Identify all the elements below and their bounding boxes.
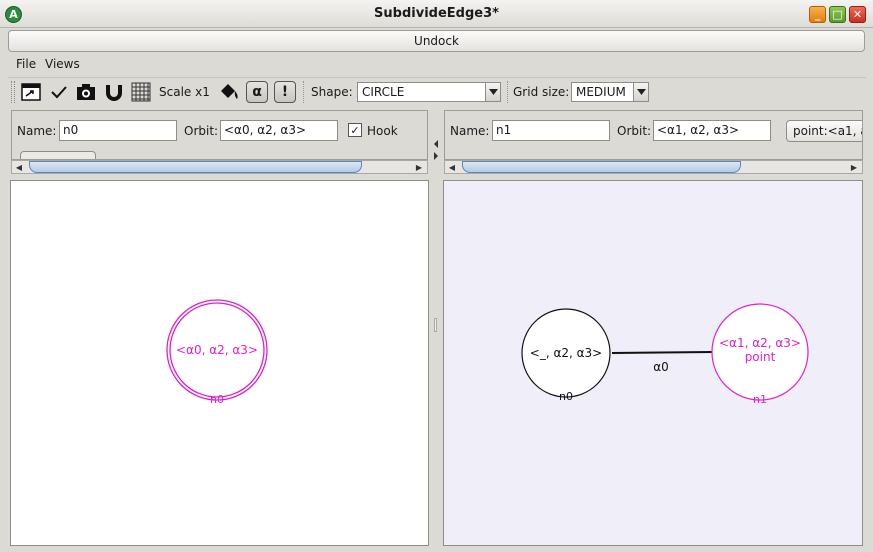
- toolbar-grip[interactable]: [11, 81, 15, 103]
- orbit-input[interactable]: <α0, α2, α3>: [220, 120, 338, 141]
- shape-select-value: CIRCLE: [362, 85, 405, 99]
- hook-label: Hook: [367, 124, 398, 138]
- name-input[interactable]: n0: [59, 120, 177, 141]
- divider-grip[interactable]: [434, 318, 437, 332]
- edge-label: α0: [653, 360, 669, 374]
- scroll-thumb[interactable]: [462, 161, 741, 173]
- orbit-input[interactable]: <α1, α2, α3>: [653, 120, 771, 141]
- chevron-down-icon[interactable]: [485, 83, 500, 101]
- scale-label[interactable]: Scale x1: [159, 85, 210, 99]
- magnet-icon[interactable]: [103, 81, 125, 103]
- hook-checkbox[interactable]: ✓: [348, 123, 362, 137]
- left-properties-panel: Name: n0 Orbit: <α0, α2, α3> ✓ Hook: [11, 110, 428, 160]
- toolbar: Scale x1 α ! Shape: CIRCLE Grid size: ME…: [8, 77, 866, 105]
- left-graph-canvas[interactable]: <α0, α2, α3> n0: [10, 180, 429, 546]
- node-embedding-label: point: [745, 350, 776, 364]
- minimize-button[interactable]: _: [809, 6, 826, 23]
- window-title: SubdivideEdge3*: [374, 6, 499, 21]
- chevron-down-icon[interactable]: [633, 83, 648, 101]
- node-name-label: n1: [753, 393, 767, 406]
- toolbar-separator: [507, 81, 508, 103]
- check-icon[interactable]: [48, 81, 70, 103]
- split-divider[interactable]: [431, 108, 441, 548]
- maximize-button[interactable]: □: [829, 6, 846, 23]
- toolbar-separator: [303, 81, 304, 103]
- close-button[interactable]: ✕: [849, 6, 866, 23]
- export-icon[interactable]: [20, 81, 42, 103]
- camera-icon[interactable]: [75, 81, 97, 103]
- graph-edge[interactable]: α0: [611, 351, 713, 374]
- paint-bucket-icon[interactable]: [218, 81, 240, 103]
- grid-icon[interactable]: [130, 81, 152, 103]
- graph-node-n0[interactable]: <_, α2, α3> n0: [521, 308, 611, 403]
- scroll-left-icon[interactable]: ◀: [445, 161, 459, 173]
- point-embedding-button[interactable]: point:<a1, a: [786, 120, 862, 142]
- menu-views[interactable]: Views: [45, 57, 80, 71]
- right-graph-canvas[interactable]: α0 <_, α2, α3> n0 <α1, α2, α3> point n1: [443, 180, 863, 546]
- right-horizontal-scrollbar[interactable]: ◀ ▶: [444, 160, 863, 174]
- node-orbit-label: <α0, α2, α3>: [176, 343, 258, 357]
- scroll-right-icon[interactable]: ▶: [847, 161, 861, 173]
- shape-label: Shape:: [311, 85, 353, 99]
- node-orbit-label: <α1, α2, α3>: [719, 336, 801, 350]
- name-label: Name:: [450, 124, 490, 138]
- graph-node-n0[interactable]: <α0, α2, α3> n0: [166, 299, 268, 406]
- name-input[interactable]: n1: [492, 120, 610, 141]
- orbit-label: Orbit:: [184, 124, 219, 138]
- collapse-arrows-icon[interactable]: [432, 138, 442, 178]
- grid-size-select[interactable]: MEDIUM: [571, 82, 649, 102]
- scroll-left-icon[interactable]: ◀: [12, 161, 26, 173]
- right-properties-panel: Name: n1 Orbit: <α1, α2, α3> point:<a1, …: [444, 110, 863, 160]
- menu-bar: File Views: [8, 55, 866, 76]
- node-name-label: n0: [210, 393, 224, 406]
- name-label: Name:: [17, 124, 57, 138]
- left-horizontal-scrollbar[interactable]: ◀ ▶: [11, 160, 428, 174]
- menu-file[interactable]: File: [16, 57, 36, 71]
- node-name-label: n0: [559, 390, 573, 403]
- graph-node-n1[interactable]: <α1, α2, α3> point n1: [711, 303, 809, 406]
- alpha-toggle[interactable]: α: [246, 81, 268, 103]
- alert-toggle[interactable]: !: [274, 81, 296, 103]
- shape-select[interactable]: CIRCLE: [357, 82, 501, 102]
- undock-button[interactable]: Undock: [8, 30, 865, 52]
- left-graph: <α0, α2, α3> n0: [166, 299, 268, 406]
- scroll-thumb[interactable]: [29, 161, 362, 173]
- collapsed-tab[interactable]: [20, 151, 96, 159]
- grid-size-label: Grid size:: [513, 85, 570, 99]
- title-bar: A SubdivideEdge3* _ □ ✕: [0, 0, 873, 28]
- scroll-right-icon[interactable]: ▶: [412, 161, 426, 173]
- right-graph: α0 <_, α2, α3> n0 <α1, α2, α3> point n1: [521, 303, 809, 406]
- orbit-label: Orbit:: [617, 124, 652, 138]
- grid-size-select-value: MEDIUM: [576, 85, 626, 99]
- node-orbit-label: <_, α2, α3>: [530, 346, 602, 360]
